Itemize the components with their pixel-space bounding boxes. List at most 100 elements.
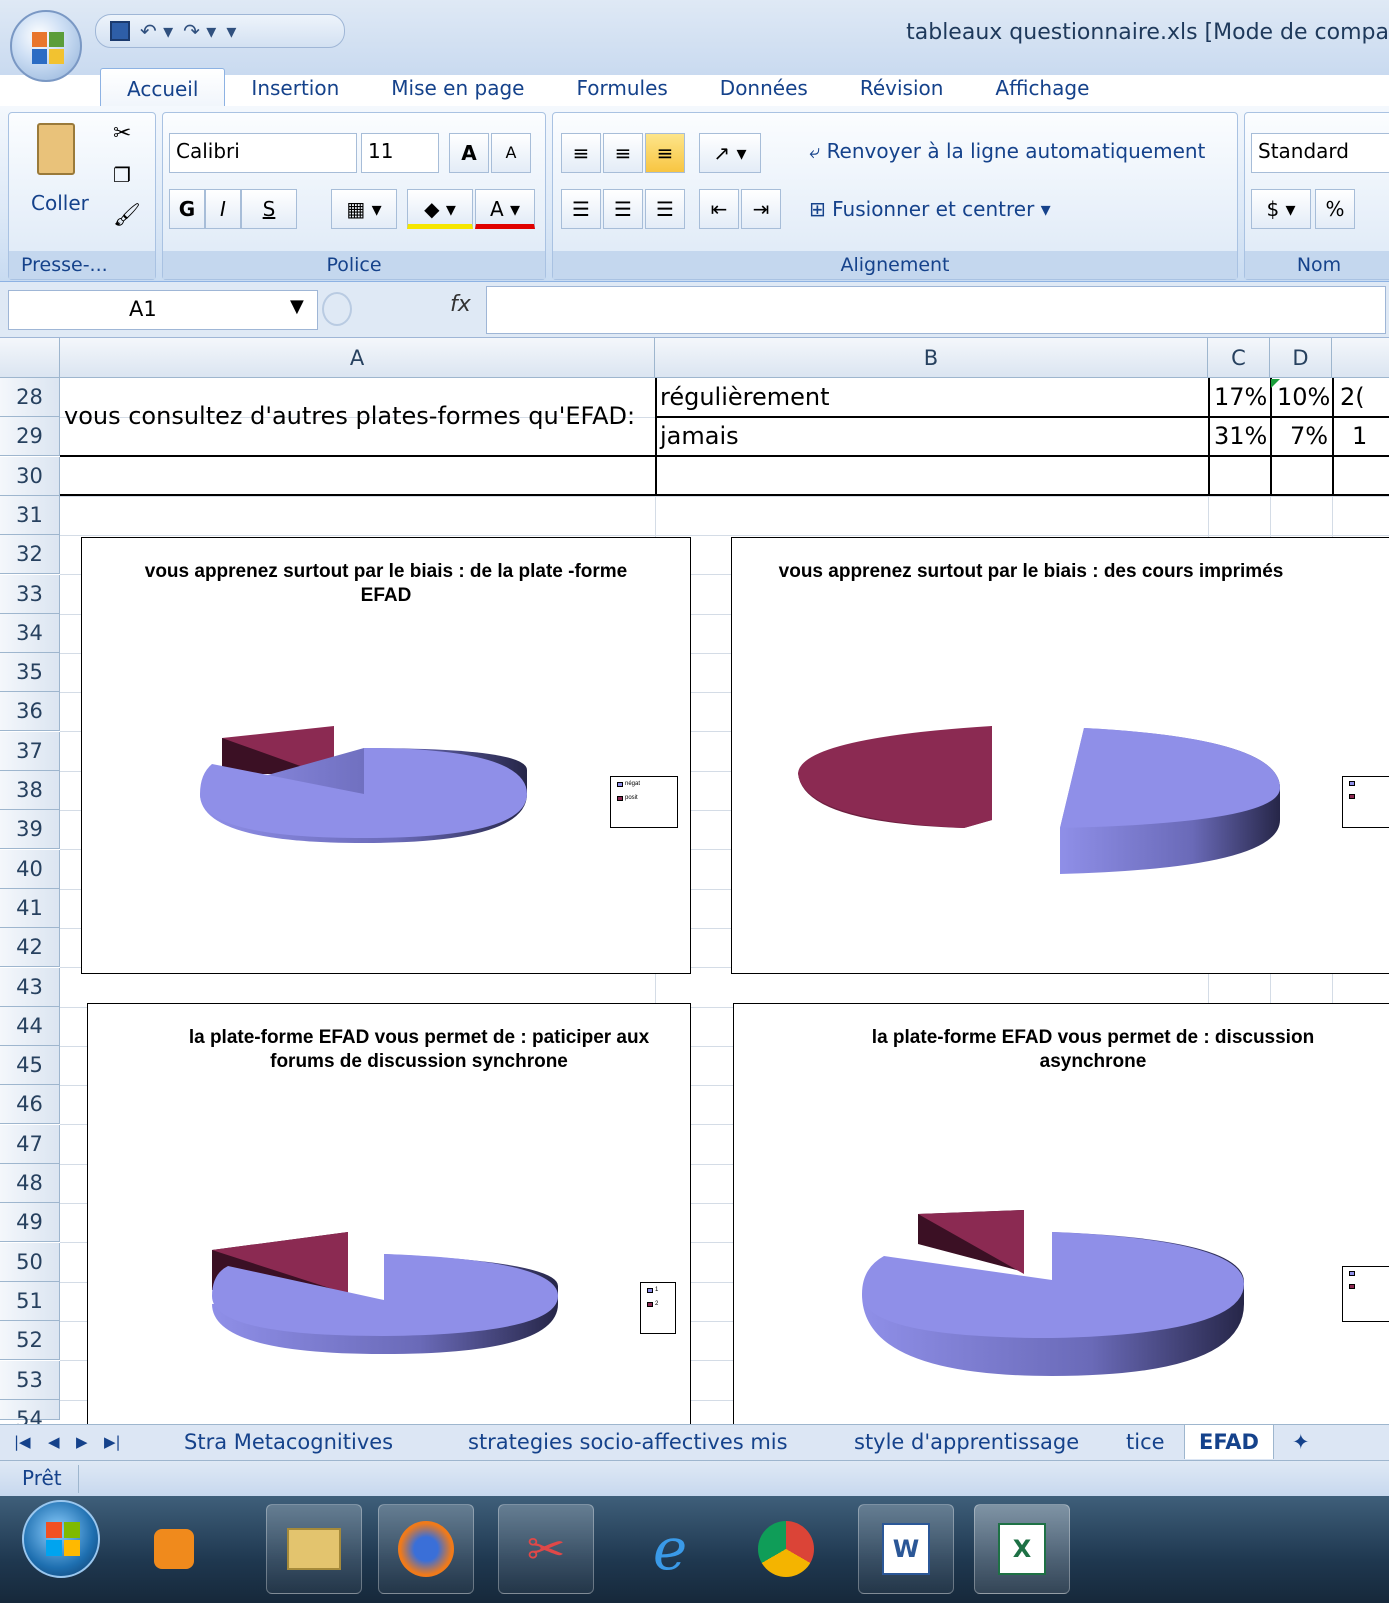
row-header[interactable]: 34 bbox=[0, 613, 60, 653]
bold-button[interactable]: G bbox=[169, 189, 205, 229]
align-middle-button[interactable]: ≡ bbox=[603, 133, 643, 173]
chart-4[interactable]: la plate-forme EFAD vous permet de : dis… bbox=[733, 1003, 1389, 1443]
last-sheet-button[interactable]: ▶| bbox=[104, 1425, 121, 1459]
merge-center-button[interactable]: ⊞ Fusionner et centrer ▾ bbox=[809, 197, 1051, 221]
insert-sheet-icon[interactable]: ✦ bbox=[1292, 1425, 1310, 1459]
borders-button[interactable]: ▦ ▾ bbox=[331, 189, 397, 229]
chart-3[interactable]: la plate-forme EFAD vous permet de : pat… bbox=[87, 1003, 691, 1443]
cut-icon[interactable]: ✂ bbox=[113, 121, 131, 146]
office-button[interactable] bbox=[10, 10, 82, 82]
row-header[interactable]: 43 bbox=[0, 967, 60, 1007]
cell-c28[interactable]: 17% bbox=[1214, 383, 1267, 411]
cell-b29[interactable]: jamais bbox=[660, 422, 739, 450]
row-header[interactable]: 39 bbox=[0, 810, 60, 850]
paste-button[interactable]: Coller bbox=[31, 191, 89, 215]
chart-2[interactable]: vous apprenez surtout par le biais : des… bbox=[731, 537, 1389, 974]
formula-input[interactable] bbox=[486, 286, 1386, 334]
font-name-select[interactable]: Calibri bbox=[169, 133, 357, 173]
row-header[interactable]: 40 bbox=[0, 849, 60, 889]
row-header[interactable]: 37 bbox=[0, 731, 60, 771]
tab-mise-en-page[interactable]: Mise en page bbox=[365, 68, 550, 108]
row-header[interactable]: 46 bbox=[0, 1085, 60, 1125]
row-header[interactable]: 33 bbox=[0, 574, 60, 614]
save-icon[interactable] bbox=[110, 21, 130, 41]
redo-icon[interactable]: ↷ ▾ bbox=[183, 19, 216, 43]
excel-taskbar-icon[interactable]: X bbox=[974, 1504, 1070, 1594]
next-sheet-button[interactable]: ▶ bbox=[76, 1425, 88, 1459]
column-b-header[interactable]: B bbox=[655, 338, 1208, 378]
align-bottom-button[interactable]: ≡ bbox=[645, 133, 685, 173]
row-header[interactable]: 38 bbox=[0, 771, 60, 810]
row-header[interactable]: 53 bbox=[0, 1360, 60, 1400]
tab-accueil[interactable]: Accueil bbox=[100, 68, 226, 108]
chart-1[interactable]: vous apprenez surtout par le biais : de … bbox=[81, 537, 691, 974]
sheet-tab-tice[interactable]: tice bbox=[1126, 1425, 1165, 1459]
row-header[interactable]: 45 bbox=[0, 1046, 60, 1086]
number-format-select[interactable]: Standard bbox=[1251, 133, 1389, 173]
cell-e28[interactable]: 2( bbox=[1340, 383, 1365, 411]
sheet-tab-style-apprentissage[interactable]: style d'apprentissage bbox=[854, 1425, 1079, 1459]
italic-button[interactable]: I bbox=[205, 189, 241, 229]
customize-qat-icon[interactable]: ▾ bbox=[226, 19, 236, 43]
font-size-select[interactable]: 11 bbox=[361, 133, 439, 173]
column-c-header[interactable]: C bbox=[1208, 338, 1270, 378]
row-header[interactable]: 44 bbox=[0, 1006, 60, 1046]
align-center-button[interactable]: ☰ bbox=[603, 189, 643, 229]
select-all-corner[interactable] bbox=[0, 338, 60, 378]
percent-button[interactable]: % bbox=[1315, 189, 1355, 229]
cell-a28[interactable]: vous consultez d'autres plates-formes qu… bbox=[64, 402, 635, 430]
paste-icon[interactable] bbox=[37, 123, 75, 175]
column-e-header[interactable] bbox=[1332, 338, 1389, 378]
increase-indent-button[interactable]: ⇥ bbox=[741, 189, 781, 229]
fill-color-button[interactable]: ◆ ▾ bbox=[407, 189, 473, 229]
align-top-button[interactable]: ≡ bbox=[561, 133, 601, 173]
explorer-taskbar-icon[interactable] bbox=[266, 1504, 362, 1594]
row-header[interactable]: 49 bbox=[0, 1203, 60, 1243]
row-header[interactable]: 51 bbox=[0, 1281, 60, 1321]
word-taskbar-icon[interactable]: W bbox=[858, 1504, 954, 1594]
tab-formules[interactable]: Formules bbox=[550, 68, 693, 108]
row-header[interactable]: 52 bbox=[0, 1321, 60, 1361]
insert-function-button[interactable]: fx bbox=[450, 292, 471, 317]
row-header[interactable]: 30 bbox=[0, 456, 60, 496]
wrap-text-button[interactable]: ⤶ Renvoyer à la ligne automatiquement bbox=[809, 139, 1205, 163]
accounting-format-button[interactable]: $ ▾ bbox=[1251, 189, 1311, 229]
tab-revision[interactable]: Révision bbox=[834, 68, 970, 108]
grow-font-button[interactable]: A bbox=[449, 133, 489, 173]
decrease-indent-button[interactable]: ⇤ bbox=[699, 189, 739, 229]
chrome-taskbar-icon[interactable] bbox=[738, 1504, 834, 1594]
row-header[interactable]: 54 bbox=[0, 1399, 60, 1431]
cell-d28[interactable]: 10% bbox=[1277, 383, 1330, 411]
name-box-dropdown-icon[interactable]: ▼ bbox=[290, 296, 304, 317]
align-right-button[interactable]: ☰ bbox=[645, 189, 685, 229]
first-sheet-button[interactable]: |◀ bbox=[14, 1425, 31, 1459]
media-player-taskbar-icon[interactable] bbox=[126, 1504, 222, 1594]
format-painter-icon[interactable]: 🖌 bbox=[113, 203, 141, 228]
column-d-header[interactable]: D bbox=[1270, 338, 1332, 378]
firefox-taskbar-icon[interactable] bbox=[378, 1504, 474, 1594]
row-header[interactable]: 35 bbox=[0, 653, 60, 693]
row-header[interactable]: 50 bbox=[0, 1242, 60, 1282]
sheet-tab-stra-metacognitives[interactable]: Stra Metacognitives bbox=[184, 1425, 393, 1459]
prev-sheet-button[interactable]: ◀ bbox=[48, 1425, 60, 1459]
align-left-button[interactable]: ☰ bbox=[561, 189, 601, 229]
name-box[interactable]: A1 bbox=[8, 290, 318, 330]
row-header[interactable]: 28 bbox=[0, 378, 60, 417]
row-header[interactable]: 31 bbox=[0, 495, 60, 535]
cell-c29[interactable]: 31% bbox=[1214, 422, 1267, 450]
row-header[interactable]: 32 bbox=[0, 535, 60, 575]
tab-donnees[interactable]: Données bbox=[694, 68, 834, 108]
cell-e29[interactable]: 1 bbox=[1352, 422, 1367, 450]
font-color-button[interactable]: A ▾ bbox=[475, 189, 535, 229]
cell-d29[interactable]: 7% bbox=[1290, 422, 1328, 450]
internet-explorer-taskbar-icon[interactable]: e bbox=[622, 1504, 718, 1594]
row-header[interactable]: 47 bbox=[0, 1124, 60, 1164]
tab-insertion[interactable]: Insertion bbox=[225, 68, 365, 108]
start-button[interactable] bbox=[22, 1500, 100, 1578]
row-header[interactable]: 29 bbox=[0, 417, 60, 457]
shrink-font-button[interactable]: A bbox=[491, 133, 531, 173]
snipping-tool-taskbar-icon[interactable]: ✂ bbox=[498, 1504, 594, 1594]
row-header[interactable]: 48 bbox=[0, 1164, 60, 1203]
sheet-tab-strategies-socio-affectives[interactable]: strategies socio-affectives mis bbox=[468, 1425, 788, 1459]
orientation-button[interactable]: ↗ ▾ bbox=[699, 133, 761, 173]
